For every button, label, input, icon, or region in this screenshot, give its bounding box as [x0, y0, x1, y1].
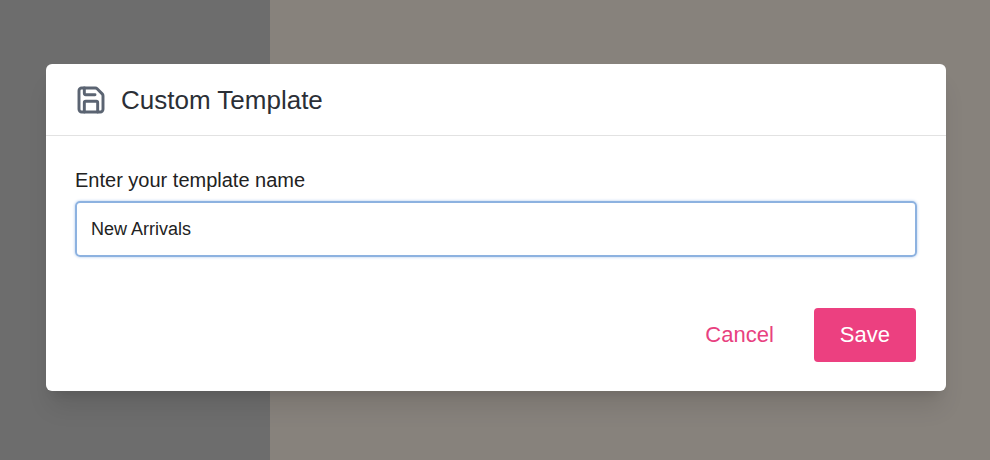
- custom-template-dialog: Custom Template Enter your template name C…: [46, 64, 946, 391]
- template-name-label: Enter your template name: [75, 168, 917, 192]
- template-name-input[interactable]: [75, 201, 917, 257]
- dialog-header: Custom Template: [46, 64, 946, 136]
- floppy-disk-icon: [75, 84, 107, 116]
- save-button[interactable]: Save: [814, 308, 916, 362]
- dialog-body: Enter your template name: [46, 136, 946, 257]
- cancel-button[interactable]: Cancel: [703, 308, 775, 362]
- dialog-title: Custom Template: [121, 87, 323, 113]
- dialog-footer: Cancel Save: [46, 257, 946, 391]
- page: Custom Template Enter your template name C…: [0, 0, 990, 460]
